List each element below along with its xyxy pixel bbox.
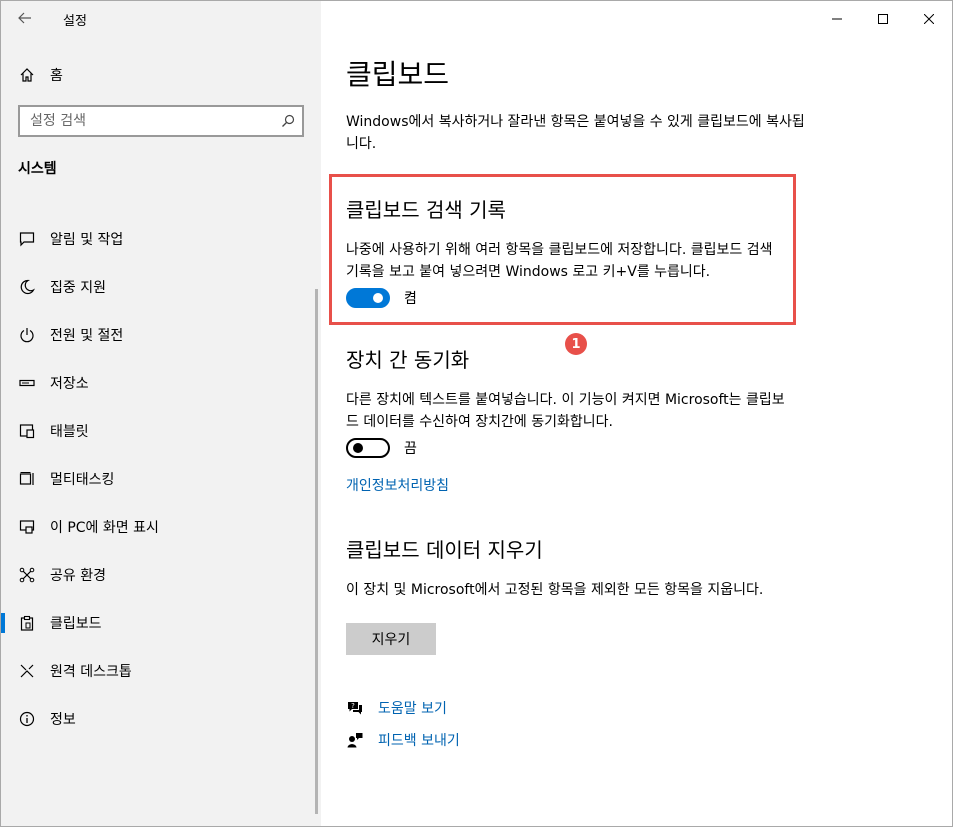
project-icon <box>17 519 37 535</box>
sidebar-item-label: 알림 및 작업 <box>50 232 124 248</box>
feedback-row[interactable]: 피드백 보내기 <box>346 730 460 750</box>
maximize-icon <box>878 9 888 28</box>
sidebar-item-about[interactable]: 정보 <box>1 699 321 739</box>
sidebar-item-clipboard[interactable]: 클립보드 <box>1 603 321 643</box>
sidebar-item-remote-desktop[interactable]: 원격 데스크톱 <box>1 651 321 691</box>
history-heading: 클립보드 검색 기록 <box>346 198 506 222</box>
clipboard-icon <box>17 615 37 631</box>
search-box <box>18 105 304 137</box>
sidebar-item-label: 집중 지원 <box>50 280 106 296</box>
notification-icon <box>17 231 37 247</box>
share-icon <box>17 567 37 583</box>
sidebar-scrollbar[interactable] <box>315 289 318 814</box>
page-title: 클립보드 <box>346 58 450 91</box>
sidebar-item-project[interactable]: 이 PC에 화면 표시 <box>1 507 321 547</box>
sidebar-item-label: 이 PC에 화면 표시 <box>50 520 159 536</box>
annotation-badge: 1 <box>565 333 587 355</box>
title-bar: 설정 <box>1 1 321 35</box>
sidebar-item-label: 전원 및 절전 <box>50 328 124 344</box>
history-toggle[interactable] <box>346 288 390 308</box>
window-controls <box>814 1 952 35</box>
history-toggle-row: 켬 <box>346 288 417 308</box>
sidebar-item-tablet[interactable]: 태블릿 <box>1 411 321 451</box>
main-content: 클립보드 Windows에서 복사하거나 잘라낸 항목은 붙여넣을 수 있게 클… <box>321 1 952 826</box>
intro-text: Windows에서 복사하거나 잘라낸 항목은 붙여넣을 수 있게 클립보드에 … <box>346 114 805 152</box>
back-arrow-icon <box>18 9 32 28</box>
sidebar-item-shared-experiences[interactable]: 공유 환경 <box>1 555 321 595</box>
get-help-link: 도움말 보기 <box>378 701 447 717</box>
sidebar-item-storage[interactable]: 저장소 <box>1 363 321 403</box>
sidebar-item-label: 태블릿 <box>50 424 89 440</box>
get-help-row[interactable]: ? 도움말 보기 <box>346 698 447 718</box>
history-toggle-label: 켬 <box>404 291 417 307</box>
feedback-icon <box>346 732 364 748</box>
sync-toggle[interactable] <box>346 438 390 458</box>
clear-button[interactable]: 지우기 <box>346 623 436 655</box>
minimize-icon <box>832 9 842 28</box>
sidebar-item-label: 정보 <box>50 712 76 728</box>
sync-toggle-row: 끔 <box>346 438 417 458</box>
storage-icon <box>17 375 37 391</box>
toggle-knob <box>353 443 363 453</box>
tablet-icon <box>17 423 37 439</box>
maximize-button[interactable] <box>860 1 906 35</box>
sync-heading: 장치 간 동기화 <box>346 348 470 372</box>
moon-icon <box>17 279 37 295</box>
home-label: 홈 <box>50 68 63 84</box>
sidebar-item-power[interactable]: 전원 및 절전 <box>1 315 321 355</box>
section-title: 시스템 <box>18 161 57 177</box>
back-button[interactable] <box>7 3 43 33</box>
sidebar: 설정 홈 시스템 알림 및 작업 집중 지원 <box>1 1 321 826</box>
close-icon <box>923 9 935 28</box>
search-input[interactable] <box>20 112 274 130</box>
history-description: 나중에 사용하기 위해 여러 항목을 클립보드에 저장합니다. 클립보드 검색 … <box>346 242 773 280</box>
sync-description: 다른 장치에 텍스트를 붙여넣습니다. 이 기능이 켜지면 Microsoft는… <box>346 392 785 430</box>
toggle-knob <box>373 293 383 303</box>
power-icon <box>17 327 37 343</box>
settings-window: 설정 홈 시스템 알림 및 작업 집중 지원 <box>0 0 953 827</box>
close-button[interactable] <box>906 1 952 35</box>
info-icon <box>17 711 37 727</box>
sidebar-item-focus-assist[interactable]: 집중 지원 <box>1 267 321 307</box>
sidebar-item-notifications[interactable]: 알림 및 작업 <box>1 219 321 259</box>
clear-heading: 클립보드 데이터 지우기 <box>346 538 543 562</box>
remote-desktop-icon <box>17 663 37 679</box>
sync-toggle-label: 끔 <box>404 441 417 457</box>
home-icon <box>18 67 36 83</box>
help-chat-icon: ? <box>346 700 364 716</box>
sidebar-item-label: 멀티태스킹 <box>50 472 115 488</box>
sidebar-item-label: 저장소 <box>50 376 89 392</box>
app-title: 설정 <box>63 14 87 29</box>
svg-text:?: ? <box>351 702 355 710</box>
clear-description: 이 장치 및 Microsoft에서 고정된 항목을 제외한 모든 항목을 지웁… <box>346 582 764 598</box>
sidebar-item-label: 클립보드 <box>50 616 102 632</box>
sidebar-item-label: 공유 환경 <box>50 568 106 584</box>
sidebar-item-label: 원격 데스크톱 <box>50 664 132 680</box>
minimize-button[interactable] <box>814 1 860 35</box>
multitasking-icon <box>17 471 37 487</box>
sidebar-item-multitasking[interactable]: 멀티태스킹 <box>1 459 321 499</box>
privacy-link[interactable]: 개인정보처리방침 <box>346 475 449 495</box>
sidebar-item-home[interactable]: 홈 <box>1 57 321 93</box>
search-icon[interactable] <box>274 114 302 128</box>
feedback-link: 피드백 보내기 <box>378 733 460 749</box>
